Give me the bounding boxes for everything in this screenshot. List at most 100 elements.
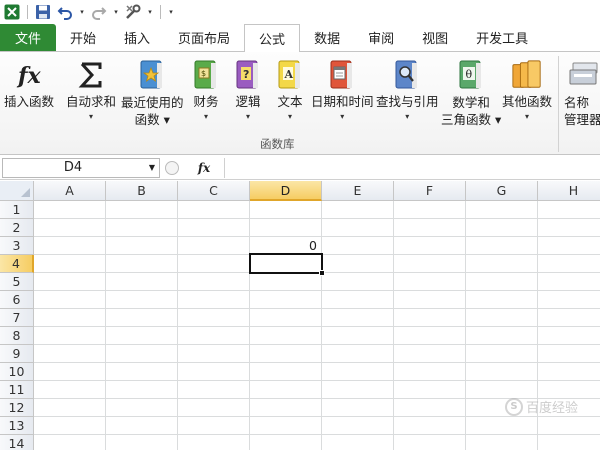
gridline [34,344,600,345]
undo-icon[interactable] [56,3,74,21]
active-cell-d4[interactable] [249,253,323,274]
recently-used-button[interactable]: 最近使用的 函数 ▾ [121,58,184,128]
column-header-e[interactable]: E [322,181,394,201]
svg-text:?: ? [243,68,249,81]
gridline [34,362,600,363]
tools-dropdown-icon[interactable]: ▾ [146,8,154,16]
row-header-8[interactable]: 8 [0,327,34,345]
row-header-1[interactable]: 1 [0,201,34,219]
logical-button[interactable]: ? 逻辑 ▾ [232,58,264,124]
watermark: S 百度经验 [504,397,578,416]
row-header-9[interactable]: 9 [0,345,34,363]
watermark-text: 百度经验 [525,401,578,416]
column-header-g[interactable]: G [466,181,538,201]
financial-button[interactable]: $ 财务 ▾ [190,58,222,124]
tab-review[interactable]: 审阅 [354,24,408,51]
gridline [34,416,600,417]
row-header-10[interactable]: 10 [0,363,34,381]
column-header-d[interactable]: D [250,181,322,201]
recently-used-label: 最近使用的 函数 ▾ [121,95,184,127]
column-header-a[interactable]: A [34,181,106,201]
lookup-reference-button[interactable]: 查找与引用 ▾ [376,58,439,124]
more-functions-label: 其他函数 [502,94,553,109]
name-manager-label: 名称 管理器 [564,95,600,127]
row-header-11[interactable]: 11 [0,381,34,399]
lookup-book-icon [391,58,423,92]
tab-home[interactable]: 开始 [56,24,110,51]
undo-dropdown-icon[interactable]: ▾ [78,8,86,16]
math-trig-button[interactable]: θ 数学和 三角函数 ▾ [441,58,501,128]
name-box[interactable]: D4 ▼ [2,157,160,178]
svg-text:θ: θ [466,68,473,81]
redo-icon[interactable] [90,3,108,21]
date-time-dropdown-icon: ▾ [340,112,345,121]
tab-formulas[interactable]: 公式 [244,24,301,52]
row-header-5[interactable]: 5 [0,273,34,291]
excel-logo-icon[interactable] [3,3,21,21]
autosum-button[interactable]: 自动求和 ▾ [66,58,116,124]
ribbon-formulas-panel: fx 插入函数 自动求和 ▾ 最近使用的 函数 ▾ $ 财务 ▾ ? 逻辑 ▾ … [0,51,600,155]
svg-text:$: $ [201,69,206,78]
tab-file[interactable]: 文件 [0,24,56,51]
worksheet-grid: A B C D E F G H 1 2 3 4 5 6 7 8 9 10 11 … [0,181,600,450]
tab-view[interactable]: 视图 [408,24,462,51]
tools-icon[interactable] [124,3,142,21]
column-header-c[interactable]: C [178,181,250,201]
logical-dropdown-icon: ▾ [245,112,250,121]
tab-page-layout[interactable]: 页面布局 [164,24,244,51]
autosum-dropdown-icon: ▾ [89,112,94,121]
column-header-f[interactable]: F [394,181,466,201]
more-functions-button[interactable]: 其他函数 ▾ [502,58,552,124]
formula-bar-splitter[interactable] [160,158,184,178]
text-label: 文本 [277,94,303,109]
date-time-label: 日期和时间 [311,94,374,109]
date-time-button[interactable]: 日期和时间 ▾ [311,58,374,124]
star-book-icon [136,58,168,92]
tab-insert[interactable]: 插入 [110,24,164,51]
row-header-13[interactable]: 13 [0,417,34,435]
gridline [34,380,600,381]
text-dropdown-icon: ▾ [287,112,292,121]
math-book-icon: θ [455,58,487,92]
ribbon-tabs: 文件 开始 插入 页面布局 公式 数据 审阅 视图 开发工具 [0,24,600,52]
row-header-2[interactable]: 2 [0,219,34,237]
tab-data[interactable]: 数据 [300,24,354,51]
insert-function-label: 插入函数 [4,94,55,109]
insert-function-fx-button[interactable]: fx [184,158,224,178]
splitter-knob-icon [165,160,179,175]
select-all-button[interactable] [0,181,34,201]
customize-toolbar-icon[interactable]: ▾ [167,8,175,16]
tab-developer[interactable]: 开发工具 [462,24,542,51]
row-header-7[interactable]: 7 [0,309,34,327]
fill-handle[interactable] [319,270,325,276]
column-header-b[interactable]: B [106,181,178,201]
financial-label: 财务 [193,94,219,109]
row-header-12[interactable]: 12 [0,399,34,417]
row-header-6[interactable]: 6 [0,291,34,309]
gridline [34,308,600,309]
row-header-4[interactable]: 4 [0,255,34,273]
gridline [34,434,600,435]
logic-book-icon: ? [232,58,264,92]
financial-dropdown-icon: ▾ [203,112,208,121]
redo-dropdown-icon[interactable]: ▾ [112,8,120,16]
save-icon[interactable] [34,3,52,21]
other-book-icon [511,58,543,92]
name-box-dropdown-icon[interactable]: ▼ [149,163,155,172]
name-manager-button[interactable]: 名称 管理器 [564,58,600,128]
datetime-book-icon [326,58,358,92]
text-button[interactable]: A 文本 ▾ [274,58,306,124]
column-header-h[interactable]: H [538,181,600,201]
fx-icon: fx [13,58,45,92]
function-library-group-label: 函数库 [260,137,295,151]
quick-access-toolbar: ▾ ▾ ▾ ▾ [0,0,600,24]
logical-label: 逻辑 [235,94,261,109]
sigma-icon [75,58,107,92]
toolbar-separator [160,5,161,19]
row-header-14[interactable]: 14 [0,435,34,450]
insert-function-button[interactable]: fx 插入函数 [4,58,54,110]
watermark-logo-icon: S [504,397,523,416]
gridline [34,326,600,327]
formula-input[interactable] [224,157,600,178]
row-header-3[interactable]: 3 [0,237,34,255]
